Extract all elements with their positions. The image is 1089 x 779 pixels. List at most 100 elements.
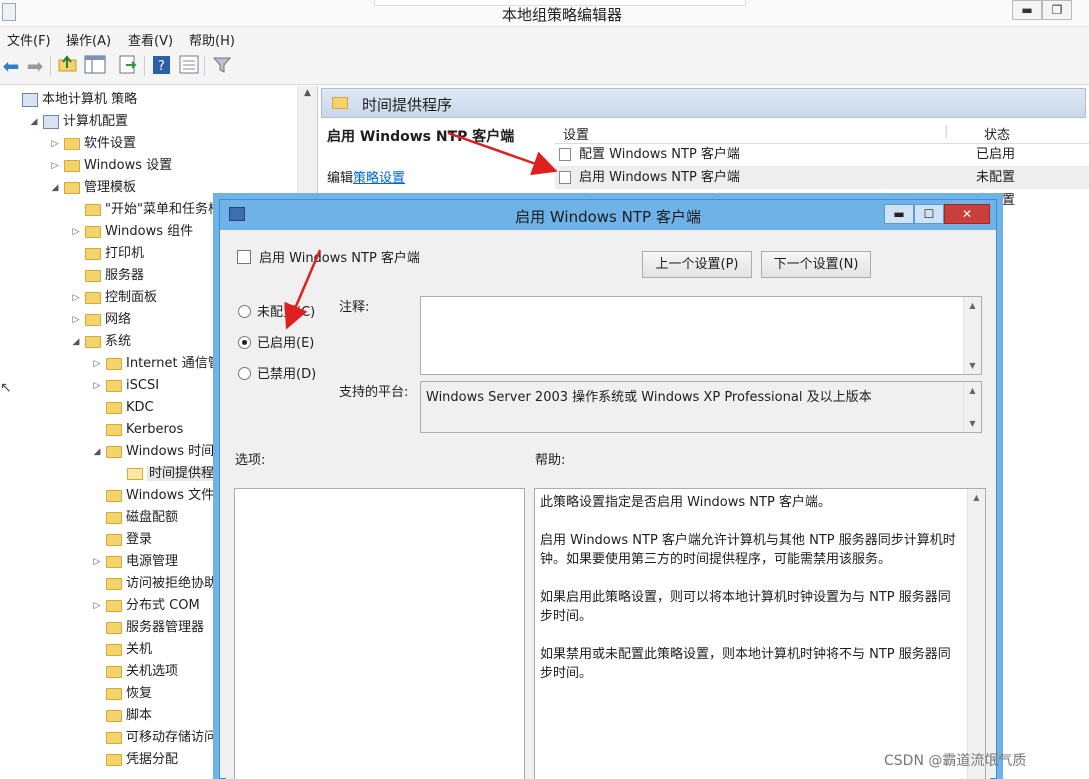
collapse-arrow-icon[interactable]: ◢: [69, 331, 83, 353]
tree-item[interactable]: 磁盘配额: [90, 507, 178, 529]
comment-scrollbar[interactable]: ▲ ▼: [963, 297, 981, 374]
column-divider[interactable]: |: [944, 124, 948, 139]
export-list-icon[interactable]: [117, 55, 139, 77]
tree-item[interactable]: 访问被拒绝协助: [90, 573, 217, 595]
tree-item-label: "开始"菜单和任务栏: [105, 202, 221, 217]
platform-scrollbar[interactable]: ▲ ▼: [963, 382, 981, 432]
folder-icon: [106, 380, 122, 392]
restore-button[interactable]: ❐: [1042, 0, 1072, 20]
settings-row[interactable]: 配置 Windows NTP 客户端 已启用: [555, 143, 1089, 166]
tree-item[interactable]: 脚本: [90, 705, 152, 727]
tree-item[interactable]: "开始"菜单和任务栏: [69, 199, 221, 221]
folder-icon: [85, 248, 101, 260]
tree-item[interactable]: 可移动存储访问: [90, 727, 217, 749]
tree-item[interactable]: 时间提供程序: [111, 463, 230, 485]
expand-arrow-icon[interactable]: ▷: [69, 221, 83, 243]
policy-settings-link[interactable]: 策略设置: [353, 171, 405, 186]
scroll-up-arrow-icon[interactable]: ▲: [298, 88, 317, 105]
tree-item[interactable]: ▷ Windows 组件: [69, 221, 194, 243]
help-icon[interactable]: ?: [151, 55, 173, 77]
tree-item[interactable]: 服务器: [69, 265, 144, 287]
settings-row[interactable]: 启用 Windows NTP 客户端 未配置: [555, 166, 1089, 189]
radio-circle[interactable]: [238, 367, 251, 380]
toolbar: ⬅ ➡ ?: [0, 49, 1089, 85]
expand-arrow-icon[interactable]: ▷: [90, 595, 104, 617]
tree-item[interactable]: ▷ Windows 设置: [48, 155, 173, 177]
tree-item[interactable]: 本地计算机 策略: [6, 89, 137, 111]
dialog-close-button[interactable]: ✕: [944, 204, 990, 224]
menu-view[interactable]: 查看(V): [128, 30, 173, 49]
forward-icon[interactable]: ➡: [24, 55, 46, 77]
back-icon[interactable]: ⬅: [0, 55, 22, 77]
toolbar-separator: [144, 56, 145, 76]
dialog-minimize-button[interactable]: ▬: [884, 204, 914, 224]
expand-arrow-icon[interactable]: ▷: [48, 155, 62, 177]
scroll-down-arrow-icon[interactable]: ▼: [964, 357, 981, 374]
radio-disabled[interactable]: 已禁用(D): [238, 363, 316, 382]
tree-item-label: 登录: [126, 532, 153, 547]
tree-item[interactable]: Kerberos: [90, 419, 183, 441]
scroll-up-arrow-icon[interactable]: ▲: [968, 489, 985, 506]
tree-item[interactable]: ▷ Internet 通信管理: [90, 353, 234, 375]
next-setting-button[interactable]: 下一个设置(N): [761, 251, 871, 278]
dialog-titlebar[interactable]: 启用 Windows NTP 客户端 ▬ ☐ ✕: [220, 200, 996, 230]
show-hide-tree-icon[interactable]: [84, 55, 106, 77]
menu-file[interactable]: 文件(F): [7, 30, 51, 49]
edit-prefix: 编辑: [327, 171, 354, 186]
column-state[interactable]: 状态: [984, 124, 1010, 143]
up-folder-icon[interactable]: [57, 55, 79, 77]
expand-arrow-icon[interactable]: ▷: [48, 133, 62, 155]
properties-icon[interactable]: [178, 55, 200, 77]
tree-item[interactable]: 恢复: [90, 683, 152, 705]
expand-arrow-icon[interactable]: ▷: [69, 287, 83, 309]
radio-not-configured[interactable]: 未配置(C): [238, 301, 315, 320]
tree-item-label: iSCSI: [126, 378, 160, 393]
expand-arrow-icon[interactable]: ▷: [90, 375, 104, 397]
tree-item[interactable]: 登录: [90, 529, 152, 551]
minimize-button[interactable]: ▬: [1012, 0, 1042, 20]
radio-circle[interactable]: [238, 305, 251, 318]
tree-item[interactable]: ◢ 管理模板: [48, 177, 136, 199]
tree-item[interactable]: ▷ 软件设置: [48, 133, 136, 155]
tree-item[interactable]: ▷ 电源管理: [90, 551, 178, 573]
dialog-maximize-button[interactable]: ☐: [914, 204, 944, 224]
help-scrollbar[interactable]: ▲: [967, 489, 985, 779]
collapse-arrow-icon[interactable]: ◢: [90, 441, 104, 463]
collapse-arrow-icon[interactable]: ◢: [27, 111, 41, 133]
tree-item[interactable]: ▷ iSCSI: [90, 375, 160, 397]
scroll-down-arrow-icon[interactable]: ▼: [964, 415, 981, 432]
filter-icon[interactable]: [211, 55, 233, 77]
previous-setting-button[interactable]: 上一个设置(P): [642, 251, 752, 278]
tree-item[interactable]: Windows 文件保护: [90, 485, 240, 507]
tree-item[interactable]: 凭据分配: [90, 749, 178, 771]
comment-textarea[interactable]: ▲ ▼: [420, 296, 982, 375]
column-setting[interactable]: 设置: [563, 124, 589, 143]
tree-item[interactable]: 打印机: [69, 243, 144, 265]
menu-action[interactable]: 操作(A): [66, 30, 111, 49]
tree-item[interactable]: 关机: [90, 639, 152, 661]
tree-item[interactable]: ◢ Windows 时间服务: [90, 441, 241, 463]
tree-item[interactable]: 关机选项: [90, 661, 178, 683]
tree-item[interactable]: KDC: [90, 397, 154, 419]
tree-item-label: 服务器管理器: [126, 620, 205, 635]
scroll-up-arrow-icon[interactable]: ▲: [964, 382, 981, 399]
tree-item[interactable]: ◢ 系统: [69, 331, 131, 353]
scroll-up-arrow-icon[interactable]: ▲: [964, 297, 981, 314]
tree-item[interactable]: 服务器管理器: [90, 617, 204, 639]
tree-item[interactable]: ▷ 网络: [69, 309, 131, 331]
tree-item[interactable]: ◢ 计算机配置: [27, 111, 128, 133]
radio-circle[interactable]: [238, 336, 251, 349]
folder-icon: [106, 732, 122, 744]
expand-arrow-icon[interactable]: ▷: [90, 551, 104, 573]
help-paragraph: 如果禁用或未配置此策略设置，则本地计算机时钟将不与 NTP 服务器同步时间。: [540, 647, 951, 681]
help-paragraph: 如果启用此策略设置，则可以将本地计算机时钟设置为与 NTP 服务器同步时间。: [540, 590, 951, 624]
folder-icon: [64, 160, 80, 172]
radio-enabled[interactable]: 已启用(E): [238, 332, 314, 351]
tree-item[interactable]: ▷ 控制面板: [69, 287, 157, 309]
toolbar-separator: [50, 56, 51, 76]
menu-help[interactable]: 帮助(H): [189, 30, 235, 49]
expand-arrow-icon[interactable]: ▷: [69, 309, 83, 331]
collapse-arrow-icon[interactable]: ◢: [48, 177, 62, 199]
tree-item[interactable]: ▷ 分布式 COM: [90, 595, 200, 617]
expand-arrow-icon[interactable]: ▷: [90, 353, 104, 375]
